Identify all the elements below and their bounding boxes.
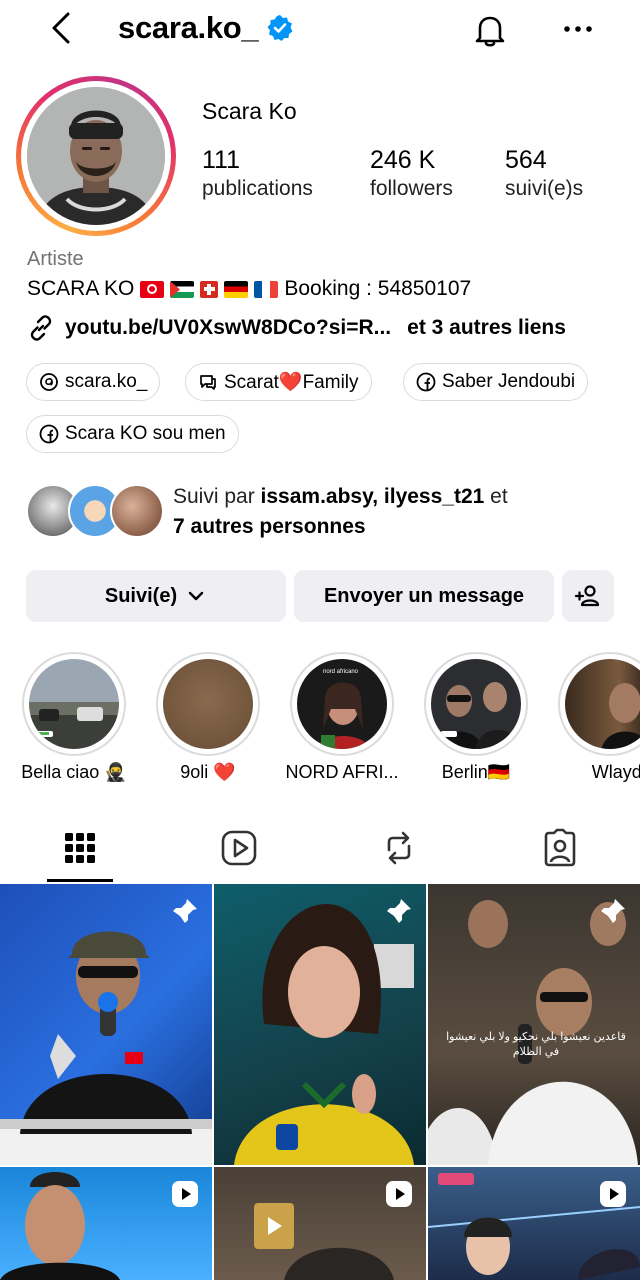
bio-link-row[interactable]: youtu.be/UV0XswW8DCo?si=R... et 3 autres… [27, 314, 566, 342]
tunisia-flag-icon [140, 280, 165, 298]
profile-category: Artiste [27, 248, 84, 270]
tab-posts[interactable] [58, 826, 102, 870]
more-horizontal-icon [564, 26, 592, 32]
bio-booking: Booking : 54850107 [284, 277, 472, 300]
highlight-item[interactable]: Wlaydi🖤 [558, 652, 640, 782]
chevron-left-icon [52, 12, 70, 44]
mutual-followers-text[interactable]: Suivi par issam.absy, ilyess_t21 et 7 au… [173, 482, 508, 542]
username: scara.ko_ [118, 10, 259, 45]
mutual-prefix: Suivi par [173, 485, 261, 508]
stat-label: publications [202, 177, 313, 200]
post-thumbnail[interactable] [214, 1167, 426, 1280]
post-thumbnail[interactable] [0, 884, 212, 1165]
highlight-cover [565, 659, 640, 749]
message-label: Envoyer un message [323, 584, 525, 607]
highlight-cover: nord africano [297, 659, 387, 749]
following-label: Suivi(e) [104, 584, 178, 607]
back-button[interactable] [46, 10, 82, 46]
post-thumbnail[interactable]: قاعدين نعيشوا بلي نحكيو ولا بلي نعيشوا ف… [428, 884, 640, 1165]
stat-label: followers [370, 177, 453, 200]
reel-icon [386, 1181, 412, 1207]
more-links[interactable]: et 3 autres liens [407, 316, 566, 340]
post-thumbnail[interactable] [428, 1167, 640, 1280]
stat-value: 111 [202, 146, 241, 174]
bell-icon [475, 16, 505, 47]
highlight-cover [29, 659, 119, 749]
post-thumbnail[interactable] [214, 884, 426, 1165]
display-name: Scara Ko [202, 98, 297, 124]
reel-icon [600, 1181, 626, 1207]
post-thumbnail[interactable] [0, 1167, 212, 1280]
community-chat-icon [200, 375, 216, 390]
pill-label: Scarat❤️Family [224, 372, 359, 393]
pinned-icon [173, 899, 197, 923]
following-button[interactable]: Suivi(e) [26, 570, 286, 622]
bio-line: SCARA KO Booking : 54850107 [27, 277, 471, 301]
highlight-cover [431, 659, 521, 749]
verified-badge-icon [267, 15, 293, 41]
stat-value: 246 K [370, 146, 436, 174]
top-bar: scara.ko_ [0, 0, 640, 60]
pill-label: scara.ko_ [65, 371, 148, 392]
bio-link[interactable]: youtu.be/UV0XswW8DCo?si=R... [65, 316, 391, 340]
mutual-others: 7 autres personnes [173, 515, 366, 538]
pinned-icon [387, 899, 411, 923]
mutual-joiner: et [484, 485, 508, 508]
chevron-down-icon [188, 591, 204, 601]
profile-avatar[interactable] [16, 76, 176, 236]
pill-facebook-2[interactable]: Scara KO sou men [26, 415, 239, 453]
suggested-users-button[interactable] [562, 570, 614, 622]
stat-posts[interactable]: 111 publications [202, 146, 313, 201]
grid-icon [65, 833, 95, 863]
tagged-icon [544, 828, 576, 867]
highlight-item[interactable]: nord africano NORD AFRI... [285, 652, 399, 782]
highlight-item[interactable]: Berlin🇩🇪 [424, 652, 528, 782]
pill-label: Scara KO sou men [65, 423, 226, 444]
threads-icon [40, 373, 58, 391]
reel-icon [172, 1181, 198, 1207]
switzerland-flag-icon [200, 280, 219, 298]
highlight-cover [163, 659, 253, 749]
pill-facebook-1[interactable]: Saber Jendoubi [403, 363, 589, 401]
bio-name: SCARA KO [27, 277, 135, 300]
posts-grid: قاعدين نعيشوا بلي نحكيو ولا بلي نعيشوا ف… [0, 884, 640, 1280]
active-tab-indicator [47, 879, 113, 882]
highlight-label: Wlaydi🖤 [591, 762, 640, 782]
stat-following[interactable]: 564 suivi(e)s [505, 146, 583, 201]
highlight-item[interactable]: 9oli ❤️ [156, 652, 260, 782]
facebook-icon [416, 372, 436, 392]
pill-community[interactable]: Scarat❤️Family [185, 363, 372, 401]
avatar-photo [27, 87, 165, 225]
reposts-icon [387, 831, 411, 865]
tab-reels[interactable] [217, 826, 261, 870]
stat-label: suivi(e)s [505, 177, 584, 200]
notifications-button[interactable] [470, 10, 510, 50]
more-options-button[interactable] [560, 14, 596, 44]
stat-followers[interactable]: 246 K followers [370, 146, 453, 201]
pill-threads[interactable]: scara.ko_ [26, 363, 161, 401]
palestine-flag-icon [170, 280, 195, 298]
tab-reposts[interactable] [377, 826, 421, 870]
username-header: scara.ko_ [118, 10, 294, 46]
mutual-followers-avatars[interactable] [26, 484, 166, 540]
add-person-icon [574, 585, 600, 607]
link-icon [30, 315, 52, 341]
stat-value: 564 [505, 146, 547, 174]
message-button[interactable]: Envoyer un message [294, 570, 554, 622]
highlight-label: Berlin🇩🇪 [441, 762, 511, 782]
germany-flag-icon [224, 280, 249, 298]
highlight-overlay-text: nord africano [323, 669, 359, 675]
pinned-icon [601, 899, 625, 923]
post-caption: قاعدين نعيشوا بلي نحكيو ولا بلي نعيشوا ف… [446, 1031, 626, 1058]
pill-label: Saber Jendoubi [442, 371, 576, 392]
avatar [110, 484, 164, 538]
reels-icon [221, 830, 257, 866]
facebook-icon [39, 424, 59, 444]
mutual-names: issam.absy, ilyess_t21 [260, 485, 485, 508]
highlight-item[interactable]: Bella ciao 🥷 [21, 652, 127, 782]
france-flag-icon [254, 280, 279, 298]
tab-tagged[interactable] [538, 826, 582, 870]
